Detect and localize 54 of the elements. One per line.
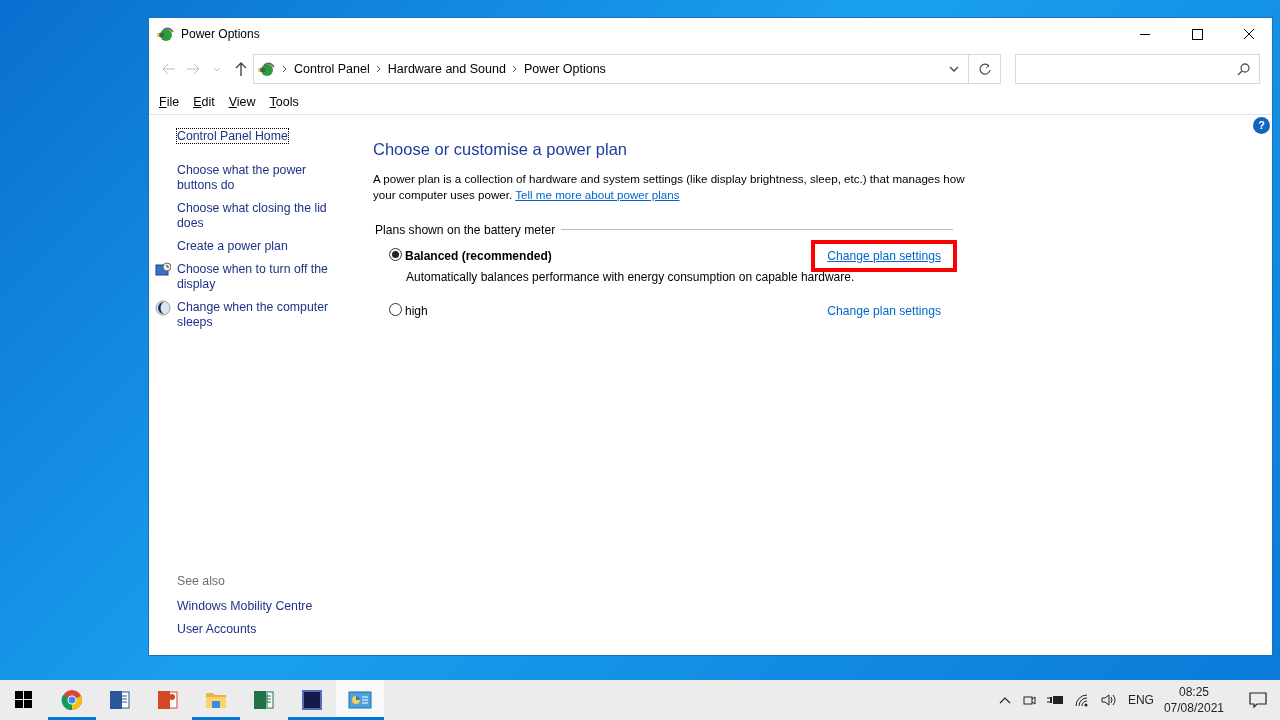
notification-icon[interactable] xyxy=(1248,691,1268,709)
chevron-icon xyxy=(511,65,518,73)
sidebar-link[interactable]: Choose what closing the lid does xyxy=(177,200,337,231)
home-link[interactable]: Control Panel Home xyxy=(177,128,288,143)
group-label: Plans shown on the battery meter xyxy=(375,221,556,239)
breadcrumb-item[interactable]: Control Panel xyxy=(294,59,370,79)
battery-plug-icon[interactable] xyxy=(1045,694,1064,706)
power-options-icon xyxy=(157,26,175,42)
refresh-icon xyxy=(977,62,992,76)
search-field[interactable] xyxy=(1015,54,1260,84)
breadcrumb-item[interactable]: Hardware and Sound xyxy=(387,59,506,79)
menu-item[interactable]: Edit xyxy=(193,93,215,112)
wifi-icon[interactable] xyxy=(1073,693,1090,707)
help-button[interactable]: ? xyxy=(1253,116,1270,134)
change-plan-link[interactable]: Change plan settings xyxy=(811,239,957,272)
moon-icon xyxy=(155,299,171,316)
refresh-button[interactable] xyxy=(969,54,1001,84)
search-icon xyxy=(1237,62,1251,76)
sidebar-link[interactable]: Change when the computer sleeps xyxy=(177,299,337,330)
breadcrumb-item[interactable]: Power Options xyxy=(523,59,606,79)
sidebar-link[interactable]: Choose what the power buttons do xyxy=(177,162,337,193)
see-also-link[interactable]: Windows Mobility Centre xyxy=(177,599,373,614)
control-panel-icon xyxy=(348,688,372,712)
spreadsheet-app-icon xyxy=(252,688,276,712)
see-also-heading: See also xyxy=(177,572,226,590)
document-app-icon xyxy=(108,688,132,712)
image-editor-icon xyxy=(300,688,324,712)
display-clock-icon xyxy=(155,261,171,278)
menu-item[interactable]: File xyxy=(159,93,180,112)
chevron-icon xyxy=(282,65,288,73)
see-also-link[interactable]: User Accounts xyxy=(177,622,373,637)
page-heading: Choose or customise a power plan xyxy=(373,138,629,160)
power-options-icon xyxy=(258,61,276,77)
plan-name: high xyxy=(405,302,428,320)
help-link[interactable]: Tell me more about power plans xyxy=(515,187,680,201)
slides-app-icon xyxy=(156,688,180,712)
sidebar-link[interactable]: Choose when to turn off the display xyxy=(177,261,337,292)
chevron-up-icon[interactable] xyxy=(997,695,1012,705)
menu-item[interactable]: Tools xyxy=(269,93,299,112)
description-text: A power plan is a collection of hardware and system settings (like display brightness, sleep, etc.) that manages how your computer uses power. Tell me more about power plans xyxy=(373,170,966,203)
browser-icon xyxy=(60,688,84,712)
clock-date[interactable]: 07/08/2021 xyxy=(1163,700,1224,716)
sidebar-link[interactable]: Create a power plan xyxy=(177,238,337,254)
change-plan-link[interactable]: Change plan settings xyxy=(811,294,957,327)
plan-name: Balanced (recommended) xyxy=(405,247,552,265)
language-indicator[interactable]: ENG xyxy=(1127,691,1154,709)
dropdown-icon[interactable] xyxy=(948,65,960,73)
window-title: Power Options xyxy=(181,26,260,43)
speaker-icon[interactable] xyxy=(1099,693,1118,707)
chevron-icon xyxy=(375,65,382,73)
minimize-icon xyxy=(1140,33,1150,35)
up-arrow-icon[interactable] xyxy=(233,61,249,77)
clock-time[interactable]: 08:25 xyxy=(1163,684,1224,700)
menu-item[interactable]: View xyxy=(228,93,256,112)
